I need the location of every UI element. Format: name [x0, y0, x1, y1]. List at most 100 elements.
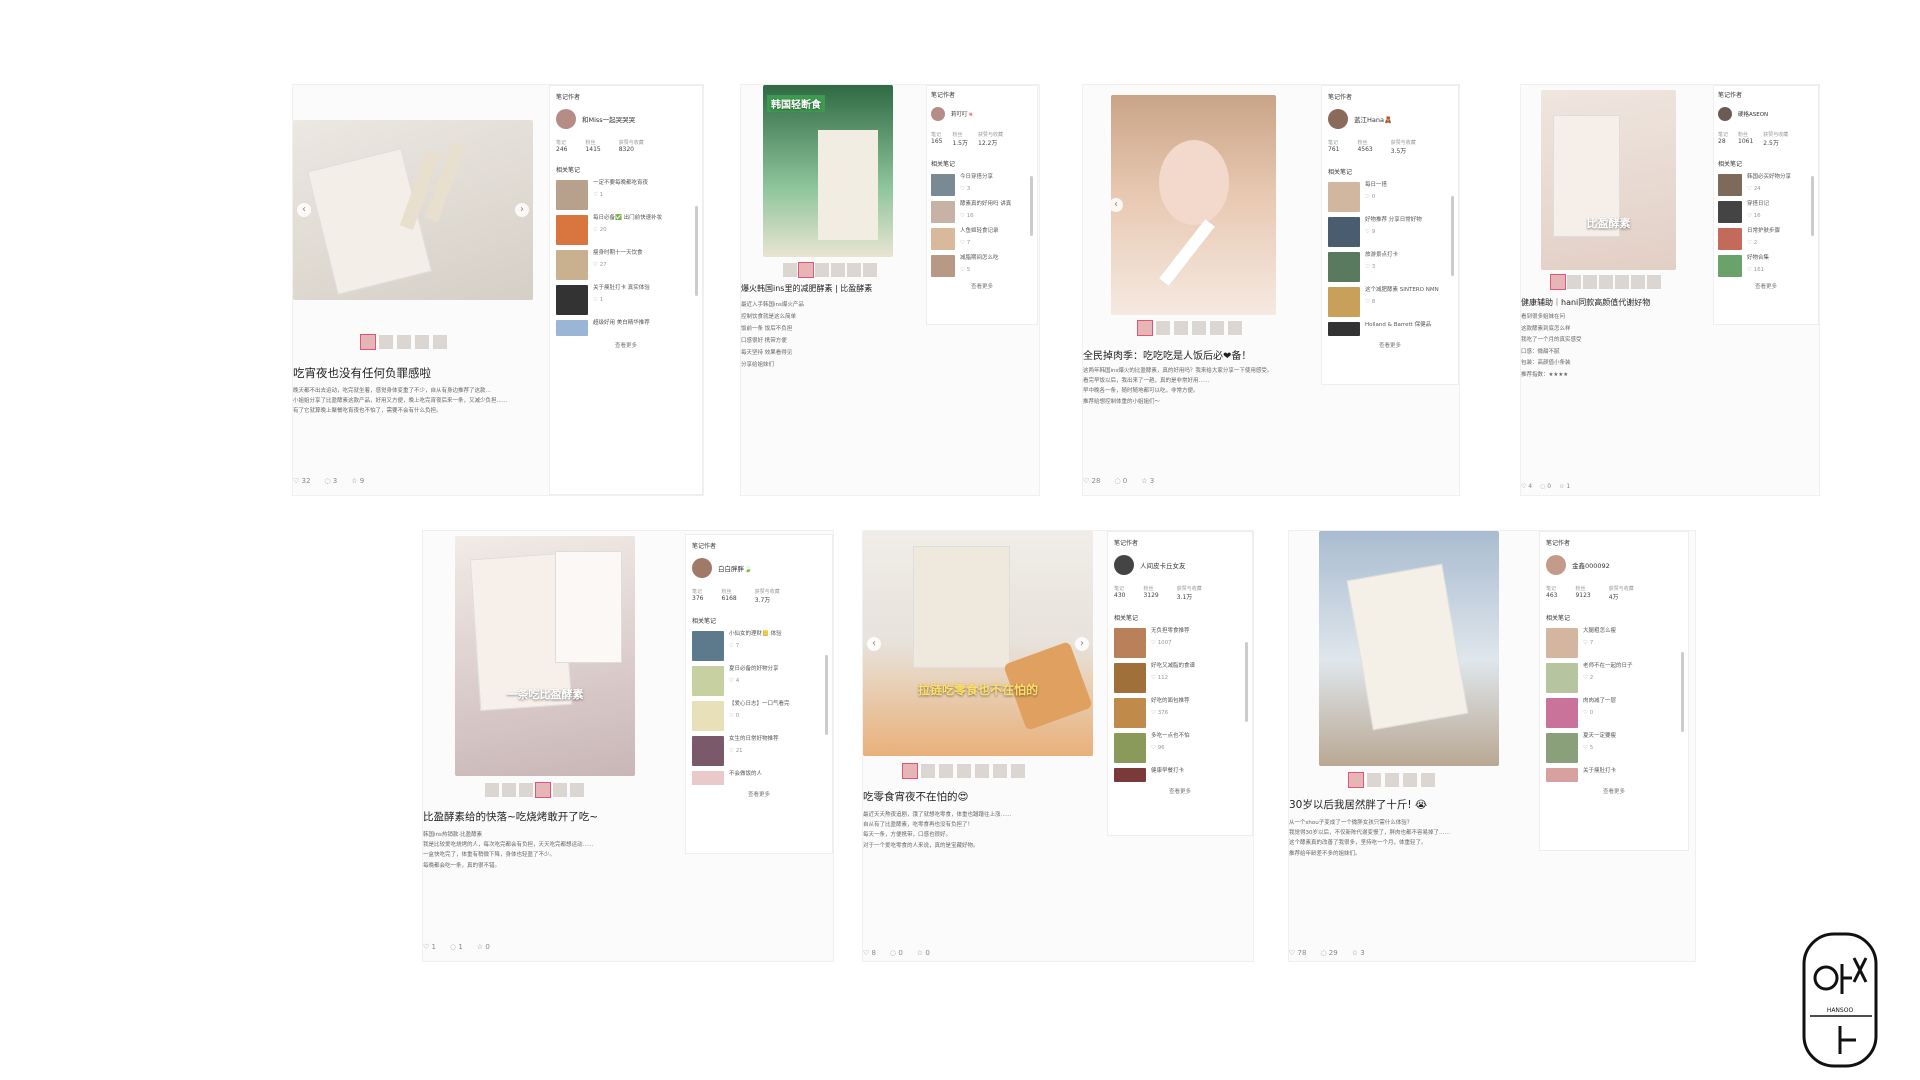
note-title[interactable]: 全民掉肉季：吃吃吃是人饭后必❤备！: [1083, 347, 1298, 362]
avatar[interactable]: [1546, 555, 1566, 575]
scrollbar[interactable]: [825, 655, 828, 735]
related-item[interactable]: 多吃一点也不怕 ♡ 96: [1114, 733, 1246, 763]
note-card-7[interactable]: 30岁以后我居然胖了十斤! 😭 从一个shou子变成了一个微胖女孩只需什么体验？…: [1288, 530, 1696, 962]
like-icon[interactable]: ♡ 28: [1083, 477, 1100, 485]
note-title[interactable]: 吃零食宵夜不在怕的😍: [863, 789, 1093, 804]
avatar[interactable]: [556, 109, 576, 129]
related-item[interactable]: 这个减肥酵素 SINTERO NMN ♡ 8: [1328, 287, 1452, 317]
related-item[interactable]: 旅游景点打卡 ♡ 3: [1328, 252, 1452, 282]
note-title[interactable]: 吃宵夜也没有任何负罪感啦: [293, 365, 533, 381]
prev-image-button[interactable]: ‹: [297, 203, 311, 217]
comment-icon[interactable]: ◌ 3: [324, 477, 337, 485]
star-icon[interactable]: ☆ 3: [1352, 949, 1365, 957]
related-item[interactable]: 好物推荐 分享日常好物 ♡ 9: [1328, 217, 1452, 247]
prev-image-button[interactable]: ‹: [867, 636, 881, 651]
avatar[interactable]: [1114, 555, 1134, 575]
scrollbar[interactable]: [1030, 176, 1033, 236]
view-more-link[interactable]: 查看更多: [1114, 787, 1246, 795]
scrollbar[interactable]: [1451, 196, 1454, 276]
like-icon[interactable]: ♡ 8: [863, 949, 876, 957]
related-item[interactable]: 超级好用 美白精华推荐: [556, 320, 696, 336]
image-thumbnails[interactable]: [1550, 274, 1661, 290]
related-item[interactable]: 关于痩肚打卡 真实体验 ♡ 1: [556, 285, 696, 315]
related-item[interactable]: 夏日必备的好物分享 ♡ 4: [692, 666, 826, 696]
scrollbar[interactable]: [1811, 176, 1814, 236]
next-image-button[interactable]: ›: [515, 203, 529, 217]
related-item[interactable]: 酵素真的好用吗 讲真 ♡ 16: [931, 201, 1033, 223]
comment-icon[interactable]: ◌ 1: [450, 943, 463, 951]
related-item[interactable]: 关于痩肚打卡: [1546, 768, 1682, 782]
scrollbar[interactable]: [1245, 642, 1248, 722]
note-title[interactable]: 健康辅助｜hani同款高颜值代谢好物: [1521, 297, 1691, 308]
related-item[interactable]: 日常护肤步骤 ♡ 2: [1718, 228, 1814, 250]
related-item[interactable]: Holland & Barrett 保健品: [1328, 322, 1452, 336]
related-item[interactable]: 一定不要每晚都吃宵夜 ♡ 1: [556, 180, 696, 210]
note-image[interactable]: 一条吃比盈酵素: [455, 536, 635, 776]
comment-icon[interactable]: ◌ 0: [890, 949, 903, 957]
related-item[interactable]: 【爱心日志】一口气看完 ♡ 0: [692, 701, 826, 731]
author-name[interactable]: 人间皮卡丘女友: [1140, 560, 1186, 570]
note-title[interactable]: 30岁以后我居然胖了十斤! 😭: [1289, 797, 1529, 812]
related-item[interactable]: 每日必备✅ 出门前快速补妆 ♡ 20: [556, 215, 696, 245]
note-card-3[interactable]: ‹ 全民掉肉季：吃吃吃是人饭后必❤备！ 这两年韩国ins爆火的比盈酵素，真的好用…: [1082, 84, 1460, 496]
note-card-2[interactable]: 韩国轻断食 爆火韩国ins里的减肥酵素 | 比盈酵素 最近入手韩国ins爆火产品…: [740, 84, 1040, 496]
note-card-5[interactable]: 一条吃比盈酵素 比盈酵素给的快落~吃烧烤敢开了吃~ 韩国ins热销款·比盈酵素我…: [422, 530, 834, 962]
note-title[interactable]: 比盈酵素给的快落~吃烧烤敢开了吃~: [423, 809, 663, 824]
note-image[interactable]: 比盈酵素: [1541, 90, 1676, 270]
note-card-1[interactable]: ‹ › 吃宵夜也没有任何负罪感啦 晚天都不出去运动，吃完就坐着，感觉身体变重了不…: [292, 84, 704, 496]
star-icon[interactable]: ☆ 0: [477, 943, 490, 951]
related-item[interactable]: 好物合集 ♡ 161: [1718, 255, 1814, 277]
note-image[interactable]: [1319, 531, 1499, 766]
related-item[interactable]: 人鱼姬轻食记录 ♡ 7: [931, 228, 1033, 250]
image-thumbnails[interactable]: [783, 262, 877, 278]
comment-icon[interactable]: ◌ 0: [1114, 477, 1127, 485]
related-item[interactable]: 好吃又减脂的食谱 ♡ 112: [1114, 663, 1246, 693]
related-item[interactable]: 瘦身时期十一天饮食 ♡ 27: [556, 250, 696, 280]
avatar[interactable]: [692, 558, 712, 578]
related-item[interactable]: 无负担零食推荐 ♡ 1007: [1114, 628, 1246, 658]
author-name[interactable]: 硬格ASEON: [1738, 110, 1768, 118]
note-image[interactable]: ‹ ›: [293, 120, 533, 300]
star-icon[interactable]: ☆ 1: [1559, 483, 1570, 490]
related-item[interactable]: 夏天一定要瘦 ♡ 5: [1546, 733, 1682, 763]
image-thumbnails[interactable]: [1137, 320, 1242, 336]
view-more-link[interactable]: 查看更多: [931, 282, 1033, 290]
related-item[interactable]: 穿搭日记 ♡ 16: [1718, 201, 1814, 223]
prev-image-button[interactable]: ‹: [1111, 198, 1123, 212]
view-more-link[interactable]: 查看更多: [1718, 282, 1814, 290]
related-item[interactable]: 肉肉减了一层 ♡ 0: [1546, 698, 1682, 728]
image-thumbnails[interactable]: [485, 782, 584, 798]
related-item[interactable]: 老师不在一起的日子 ♡ 2: [1546, 663, 1682, 693]
avatar[interactable]: [1718, 107, 1732, 121]
note-image[interactable]: 拉链吃零食也不在怕的 ‹ ›: [863, 531, 1093, 756]
related-item[interactable]: 今日穿搭分享 ♡ 3: [931, 174, 1033, 196]
next-image-button[interactable]: ›: [1075, 636, 1089, 651]
related-item[interactable]: 减脂期间怎么吃 ♡ 5: [931, 255, 1033, 277]
related-item[interactable]: 健康早餐打卡: [1114, 768, 1246, 782]
like-icon[interactable]: ♡ 32: [293, 477, 310, 485]
scrollbar[interactable]: [695, 206, 698, 296]
avatar[interactable]: [1328, 109, 1348, 129]
avatar[interactable]: [931, 107, 945, 121]
related-item[interactable]: 小仙女的理财📒 体验 ♡ 7: [692, 631, 826, 661]
view-more-link[interactable]: 查看更多: [692, 790, 826, 798]
related-item[interactable]: 不会做饭的人: [692, 771, 826, 785]
related-item[interactable]: 每日一搭 ♡ 0: [1328, 182, 1452, 212]
like-icon[interactable]: ♡ 1: [423, 943, 436, 951]
related-item[interactable]: 大腿粗怎么瘦 ♡ 7: [1546, 628, 1682, 658]
view-more-link[interactable]: 查看更多: [1328, 341, 1452, 349]
note-image[interactable]: ‹: [1111, 95, 1276, 315]
author-name[interactable]: 蓝江Hana🧸: [1354, 114, 1392, 124]
star-icon[interactable]: ☆ 3: [1141, 477, 1154, 485]
related-item[interactable]: 好吃的面包推荐 ♡ 376: [1114, 698, 1246, 728]
author-name[interactable]: 白白胖胖🍃: [718, 563, 752, 573]
author-name[interactable]: 和Miss一起哭哭哭: [582, 114, 635, 124]
scrollbar[interactable]: [1681, 652, 1684, 732]
note-image[interactable]: 韩国轻断食: [763, 85, 893, 257]
star-icon[interactable]: ☆ 0: [917, 949, 930, 957]
image-thumbnails[interactable]: [902, 763, 1025, 779]
image-thumbnails[interactable]: [360, 334, 447, 350]
note-title[interactable]: 爆火韩国ins里的减肥酵素 | 比盈酵素: [741, 283, 911, 294]
note-card-6[interactable]: 拉链吃零食也不在怕的 ‹ › 吃零食宵夜不在怕的😍 最近天天熬夜追剧，饿了就想吃…: [862, 530, 1254, 962]
view-more-link[interactable]: 查看更多: [1546, 787, 1682, 795]
